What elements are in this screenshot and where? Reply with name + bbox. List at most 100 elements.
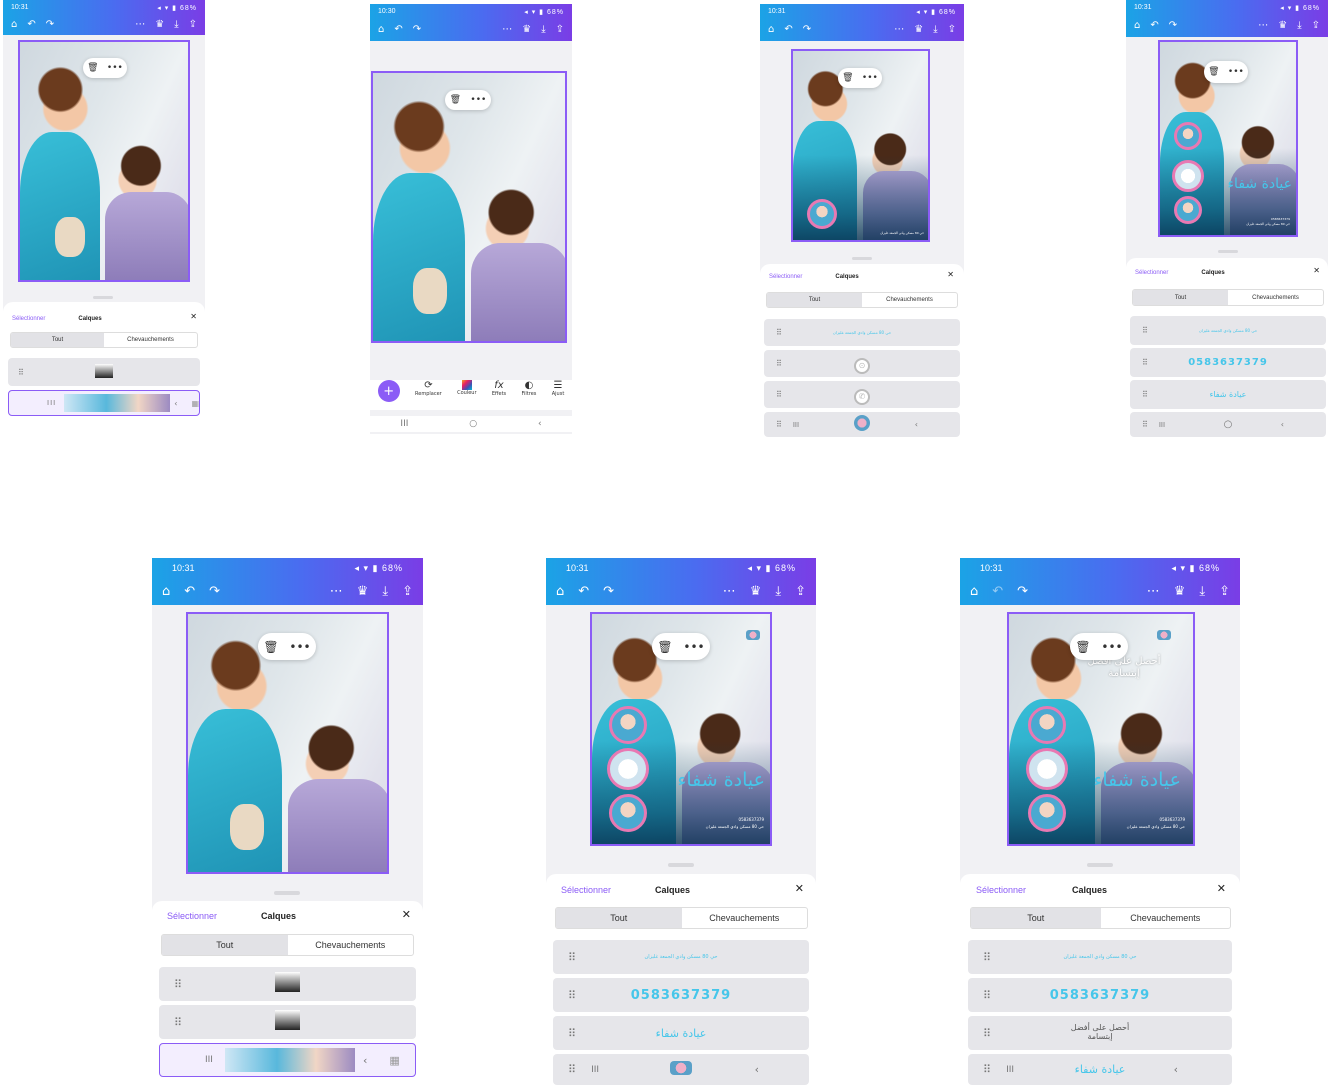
select-button[interactable]: Sélectionner xyxy=(769,274,802,280)
nav-recents-icon[interactable]: III xyxy=(400,419,408,429)
trash-icon[interactable]: 🗑 xyxy=(263,640,278,654)
layer-row[interactable]: ⠿ عيادة شفاء xyxy=(1130,380,1326,409)
close-icon[interactable]: ✕ xyxy=(1313,266,1320,275)
address-text[interactable]: حي 80 مسكن وادي الجمعة غليزان xyxy=(1246,222,1290,227)
layer-row[interactable]: ⠿ xyxy=(159,967,416,1001)
layer-row[interactable]: ⠿ ✆ xyxy=(764,381,960,408)
layer-row[interactable]: ⠿ xyxy=(159,1005,416,1039)
teeth-circle[interactable] xyxy=(1172,160,1204,192)
undo-icon[interactable]: ↶ xyxy=(394,25,402,35)
layer-row[interactable]: ⠿ III ‹ xyxy=(764,412,960,437)
more-options-icon[interactable]: ••• xyxy=(1101,640,1122,654)
select-button[interactable]: Sélectionner xyxy=(12,316,45,322)
crown-icon[interactable]: ♛ xyxy=(750,585,762,598)
logo-circle[interactable] xyxy=(807,199,837,229)
trash-icon[interactable]: 🗑 xyxy=(87,63,98,73)
tab-all[interactable]: Tout xyxy=(971,908,1101,928)
more-options-icon[interactable]: ••• xyxy=(862,73,878,83)
tab-all[interactable]: Tout xyxy=(556,908,682,928)
nav-back-icon[interactable]: ‹ xyxy=(538,419,542,429)
layer-row[interactable]: ⠿ III ○ ‹ xyxy=(1130,412,1326,437)
sheet-handle[interactable] xyxy=(93,296,113,299)
nav-recents-icon[interactable]: III xyxy=(205,1055,213,1065)
more-options-icon[interactable]: ••• xyxy=(289,640,310,654)
close-icon[interactable]: ✕ xyxy=(947,270,954,279)
filters-tool[interactable]: ◐ Filtres xyxy=(522,380,537,397)
layer-row[interactable]: ⠿ ⊙ xyxy=(764,350,960,377)
patient-circle[interactable] xyxy=(1174,196,1202,224)
close-icon[interactable]: ✕ xyxy=(402,908,411,921)
download-icon[interactable]: ⤓ xyxy=(541,25,545,35)
adjust-tool[interactable]: ☰ Ajust xyxy=(552,380,565,397)
share-icon[interactable]: ⇪ xyxy=(1312,21,1320,31)
home-icon[interactable]: ⌂ xyxy=(970,585,978,598)
canvas-photo[interactable] xyxy=(371,71,567,343)
crown-icon[interactable]: ♛ xyxy=(1278,21,1287,31)
trash-icon[interactable]: 🗑 xyxy=(842,73,853,83)
nav-recents-icon[interactable]: III xyxy=(47,399,56,407)
close-icon[interactable]: ✕ xyxy=(795,882,804,895)
nav-home-icon[interactable]: ○ xyxy=(469,419,477,429)
share-icon[interactable]: ⇪ xyxy=(795,585,806,598)
redo-icon[interactable]: ↷ xyxy=(603,585,614,598)
replace-tool[interactable]: ⟳ Remplacer xyxy=(415,380,442,397)
nav-back-icon[interactable]: ‹ xyxy=(363,1054,367,1067)
tab-overlaps[interactable]: Chevauchements xyxy=(862,293,957,307)
home-icon[interactable]: ⌂ xyxy=(11,20,17,30)
tab-all[interactable]: Tout xyxy=(11,333,104,347)
more-options-icon[interactable]: ••• xyxy=(107,63,123,73)
tab-all[interactable]: Tout xyxy=(162,935,288,955)
download-icon[interactable]: ⤓ xyxy=(775,585,781,598)
home-icon[interactable]: ⌂ xyxy=(1134,21,1140,31)
share-icon[interactable]: ⇪ xyxy=(948,25,956,35)
nav-back-icon[interactable]: ‹ xyxy=(755,1063,759,1076)
tab-overlaps[interactable]: Chevauchements xyxy=(288,935,414,955)
crown-icon[interactable]: ♛ xyxy=(357,585,369,598)
logo-circle[interactable] xyxy=(609,706,647,744)
redo-icon[interactable]: ↷ xyxy=(803,25,811,35)
sheet-handle[interactable] xyxy=(668,863,694,867)
phone-number-text[interactable]: 0583637379 xyxy=(706,817,764,824)
color-tool[interactable]: Couleur xyxy=(457,380,477,396)
more-icon[interactable]: ⋯ xyxy=(1258,21,1268,31)
more-icon[interactable]: ⋯ xyxy=(894,25,904,35)
clinic-title[interactable]: عيادة شفاء xyxy=(1093,769,1181,791)
layer-row[interactable]: ⠿ عيادة شفاء xyxy=(553,1016,809,1050)
tab-overlaps[interactable]: Chevauchements xyxy=(1228,290,1323,305)
download-icon[interactable]: ⤓ xyxy=(1199,585,1205,598)
home-icon[interactable]: ⌂ xyxy=(556,585,564,598)
share-icon[interactable]: ⇪ xyxy=(556,25,564,35)
tab-all[interactable]: Tout xyxy=(767,293,862,307)
crown-icon[interactable]: ♛ xyxy=(914,25,923,35)
share-icon[interactable]: ⇪ xyxy=(402,585,413,598)
layer-row[interactable]: ⠿ حي 80 مسكن وادي الجمعة غليزان xyxy=(968,940,1232,974)
layer-row[interactable]: ⠿ حي 80 مسكن وادي الجمعة غليزان xyxy=(1130,316,1326,345)
layer-row[interactable]: ⠿ 0583637379 xyxy=(1130,348,1326,377)
layer-row[interactable]: ⠿ III ‹ xyxy=(553,1054,809,1085)
nav-back-icon[interactable]: ‹ xyxy=(1281,420,1284,429)
select-button[interactable]: Sélectionner xyxy=(167,911,217,921)
crown-icon[interactable]: ♛ xyxy=(1174,585,1186,598)
layer-row[interactable]: ⠿ حي 80 مسكن وادي الجمعة غليزان xyxy=(764,319,960,346)
layer-row[interactable]: ⠿ 0583637379 xyxy=(553,978,809,1012)
share-icon[interactable]: ⇪ xyxy=(1219,585,1230,598)
patient-circle[interactable] xyxy=(1028,794,1066,832)
home-icon[interactable]: ⌂ xyxy=(162,585,170,598)
nav-back-icon[interactable]: ‹ xyxy=(915,420,918,429)
close-icon[interactable]: ✕ xyxy=(1217,882,1226,895)
address-text[interactable]: حي 80 مسكن وادي الجمعة غليزان xyxy=(706,824,764,831)
undo-icon[interactable]: ↶ xyxy=(184,585,195,598)
select-button[interactable]: Sélectionner xyxy=(1135,270,1168,276)
download-icon[interactable]: ⤓ xyxy=(1297,21,1301,31)
select-button[interactable]: Sélectionner xyxy=(976,885,1026,895)
more-icon[interactable]: ⋯ xyxy=(723,585,736,598)
layer-row-selected[interactable]: III ‹ ▦ xyxy=(159,1043,416,1077)
more-icon[interactable]: ⋯ xyxy=(330,585,343,598)
undo-icon[interactable]: ↶ xyxy=(27,20,35,30)
clinic-title[interactable]: عيادة شفاء xyxy=(677,769,765,791)
redo-icon[interactable]: ↷ xyxy=(1169,21,1177,31)
tab-overlaps[interactable]: Chevauchements xyxy=(682,908,808,928)
home-icon[interactable]: ⌂ xyxy=(768,25,774,35)
redo-icon[interactable]: ↷ xyxy=(1017,585,1028,598)
undo-icon[interactable]: ↶ xyxy=(578,585,589,598)
